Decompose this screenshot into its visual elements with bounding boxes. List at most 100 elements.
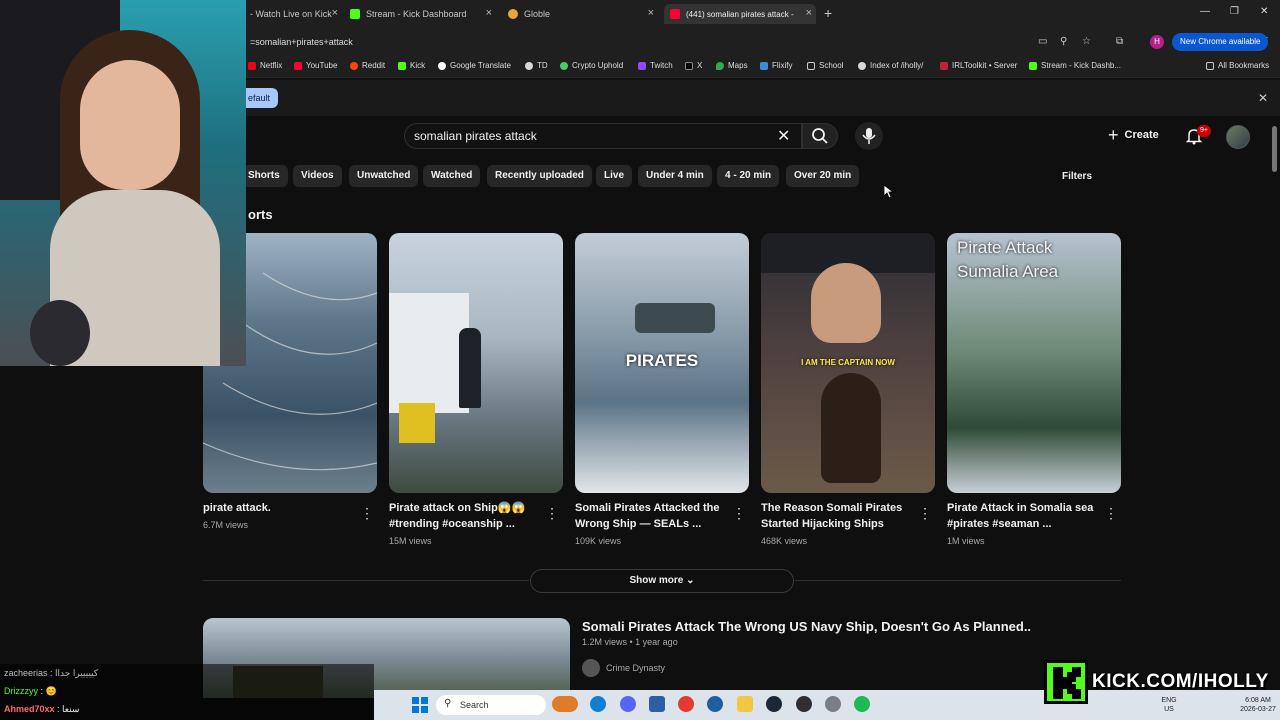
chip-recently-uploaded[interactable]: Recently uploaded: [487, 165, 592, 187]
settings-icon[interactable]: [825, 696, 841, 712]
short-title[interactable]: pirate attack.: [203, 500, 353, 516]
voice-search-button[interactable]: [855, 122, 883, 150]
bookmark-kick-dashboard[interactable]: Stream - Kick Dashb...: [1029, 61, 1121, 70]
bookmark-irltoolkit[interactable]: IRLToolkit • Server: [940, 61, 1017, 70]
discord-icon[interactable]: [620, 696, 636, 712]
all-bookmarks[interactable]: All Bookmarks: [1206, 61, 1269, 70]
file-explorer-icon[interactable]: [737, 696, 753, 712]
close-icon[interactable]: ×: [332, 7, 338, 19]
windows-start-icon[interactable]: [412, 697, 428, 713]
bookmark-twitch[interactable]: Twitch: [638, 61, 673, 70]
cast-icon[interactable]: ▭: [1038, 36, 1047, 47]
chip-over-20-min[interactable]: Over 20 min: [786, 165, 860, 187]
store-icon[interactable]: [649, 696, 665, 712]
plus-icon: +: [1108, 125, 1119, 145]
short-thumbnail[interactable]: Pirate Attack Sumalia Area: [947, 233, 1121, 493]
x-icon: [685, 61, 693, 70]
tab-kick-live[interactable]: - Watch Live on Kick ×: [250, 4, 340, 24]
youtube-icon: [294, 61, 302, 70]
new-chrome-button[interactable]: New Chrome available: [1172, 33, 1269, 51]
close-icon[interactable]: ×: [486, 7, 492, 19]
more-options-icon[interactable]: ⋮: [918, 505, 932, 522]
more-options-icon[interactable]: ⋮: [360, 505, 374, 522]
maximize-icon[interactable]: ❐: [1230, 6, 1239, 17]
more-options-icon[interactable]: ⋮: [1104, 505, 1118, 522]
bookmark-crypto-uphold[interactable]: Crypto Uphold: [560, 61, 623, 70]
short-title[interactable]: The Reason Somali Pirates Started Hijack…: [761, 500, 911, 532]
bookmark-label: Maps: [728, 61, 748, 70]
short-thumbnail[interactable]: [389, 233, 563, 493]
extensions-icon[interactable]: ⧉: [1116, 36, 1123, 47]
scrollbar[interactable]: [1272, 126, 1277, 172]
video-title[interactable]: Somali Pirates Attack The Wrong US Navy …: [582, 619, 1031, 634]
globe-icon: [525, 61, 533, 70]
show-more-button[interactable]: Show more ⌄: [530, 569, 794, 593]
short-thumbnail[interactable]: I AM THE CAPTAIN NOW: [761, 233, 935, 493]
star-icon[interactable]: ☆: [1082, 36, 1091, 47]
zoom-icon[interactable]: ⚲: [1060, 36, 1067, 47]
chip-under-4-min[interactable]: Under 4 min: [638, 165, 712, 187]
chip-videos[interactable]: Videos: [293, 165, 342, 187]
clock[interactable]: 6:08 AM 2026-03-27: [1236, 696, 1280, 714]
close-icon[interactable]: ×: [648, 7, 654, 19]
steam-icon[interactable]: [766, 696, 782, 712]
avatar[interactable]: [1226, 125, 1250, 149]
microphone-graphic: [30, 300, 90, 366]
close-icon[interactable]: ✕: [1258, 91, 1268, 105]
chrome-icon[interactable]: [678, 696, 694, 712]
bookmark-label: Crypto Uphold: [572, 61, 624, 70]
kick-logo-icon: [1044, 660, 1088, 704]
new-tab-icon[interactable]: +: [824, 5, 832, 21]
chip-shorts[interactable]: Shorts: [242, 165, 288, 187]
chip-unwatched[interactable]: Unwatched: [349, 165, 419, 187]
more-options-icon[interactable]: ⋮: [545, 505, 559, 522]
bookmark-x[interactable]: X: [685, 61, 702, 70]
kick-icon: [398, 61, 406, 70]
clear-search-icon[interactable]: ✕: [777, 126, 790, 146]
taskbar-widget-icon[interactable]: [552, 696, 578, 712]
language-indicator[interactable]: ENG US: [1158, 696, 1180, 714]
search-button[interactable]: [802, 123, 838, 149]
bookmark-youtube[interactable]: YouTube: [294, 61, 337, 70]
taskbar-search[interactable]: Search: [436, 695, 546, 715]
obs-icon[interactable]: [796, 696, 812, 712]
window-close-icon[interactable]: ✕: [1260, 6, 1268, 17]
bookmark-google-translate[interactable]: Google Translate: [438, 61, 511, 70]
short-title[interactable]: Pirate Attack in Somalia sea #pirates #s…: [947, 500, 1097, 532]
tab-youtube-active[interactable]: (441) somalian pirates attack - ×: [664, 4, 816, 24]
bookmark-td[interactable]: TD: [525, 61, 548, 70]
bookmark-flixify[interactable]: Flixify: [760, 61, 792, 70]
lang-top: ENG: [1161, 697, 1177, 704]
short-title[interactable]: Pirate attack on Ship😱😱 #trending #ocean…: [389, 500, 539, 532]
bookmark-index-iholly[interactable]: Index of /iholly/: [858, 61, 923, 70]
chip-4-20-min[interactable]: 4 - 20 min: [717, 165, 780, 187]
reddit-icon: [350, 61, 358, 70]
filters-button[interactable]: Filters: [1062, 171, 1092, 182]
tab-kick-dashboard[interactable]: Stream - Kick Dashboard ×: [348, 4, 496, 24]
edge-icon[interactable]: [590, 696, 606, 712]
bookmark-school[interactable]: School: [807, 61, 843, 70]
bookmark-kick[interactable]: Kick: [398, 61, 425, 70]
short-title[interactable]: Somali Pirates Attacked the Wrong Ship —…: [575, 500, 725, 532]
show-more-label: Show more: [629, 575, 684, 586]
tab-globle[interactable]: Globle ×: [506, 4, 658, 24]
chip-watched[interactable]: Watched: [423, 165, 481, 187]
create-button[interactable]: + Create: [1108, 126, 1159, 144]
channel-avatar[interactable]: [582, 659, 600, 677]
close-icon[interactable]: ×: [806, 7, 812, 19]
spotify-icon[interactable]: [854, 696, 870, 712]
search-query[interactable]: somalian pirates attack: [414, 129, 537, 143]
vpn-icon[interactable]: [707, 696, 723, 712]
divider: [203, 580, 529, 581]
more-options-icon[interactable]: ⋮: [732, 505, 746, 522]
chip-live[interactable]: Live: [596, 165, 633, 187]
bookmark-netflix[interactable]: Netflix: [248, 61, 282, 70]
minimize-icon[interactable]: —: [1200, 6, 1210, 17]
bookmark-reddit[interactable]: Reddit: [350, 61, 385, 70]
address-bar[interactable]: =somalian+pirates+attack: [250, 37, 353, 47]
short-thumbnail[interactable]: PIRATES: [575, 233, 749, 493]
channel-name[interactable]: Crime Dynasty: [606, 663, 665, 673]
profile-avatar[interactable]: H: [1150, 35, 1164, 49]
bookmark-maps[interactable]: Maps: [716, 61, 748, 70]
irltoolkit-icon: [940, 61, 948, 70]
